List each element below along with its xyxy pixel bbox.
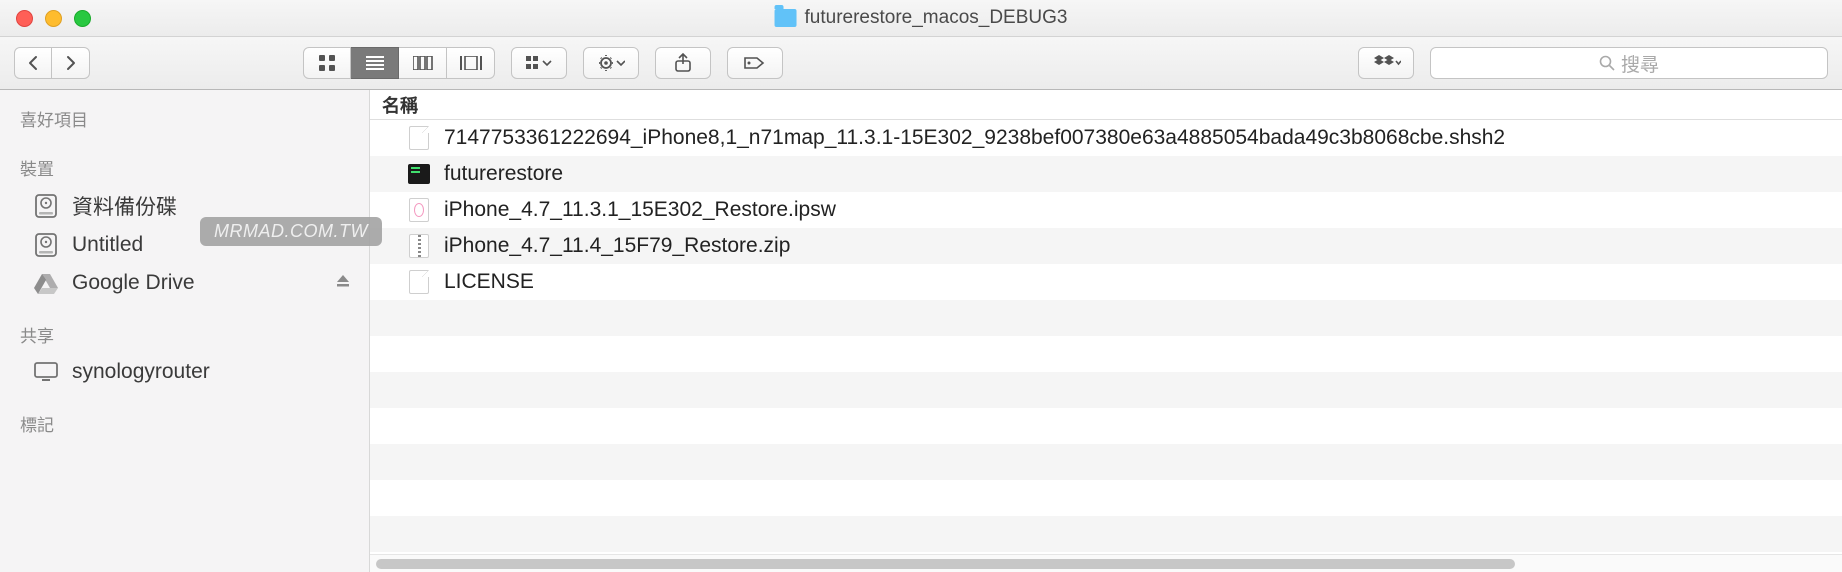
sidebar-item-label: 資料備份碟	[72, 191, 177, 221]
file-row[interactable]: iPhone_4.7_11.3.1_15E302_Restore.ipsw	[370, 192, 1842, 228]
file-rows: 7147753361222694_iPhone8,1_n71map_11.3.1…	[370, 120, 1842, 554]
document-icon	[408, 125, 430, 151]
file-row[interactable]: futurerestore	[370, 156, 1842, 192]
hdd-icon	[32, 231, 60, 259]
file-row[interactable]: 7147753361222694_iPhone8,1_n71map_11.3.1…	[370, 120, 1842, 156]
sidebar-item-device[interactable]: 資料備份碟	[0, 186, 369, 226]
file-name: LICENSE	[444, 270, 534, 294]
tags-segment	[727, 47, 783, 79]
scrollbar-thumb[interactable]	[376, 559, 1515, 569]
search-placeholder: 搜尋	[1621, 50, 1659, 77]
dropbox-button[interactable]	[1358, 47, 1414, 79]
file-list-pane: 名稱 7147753361222694_iPhone8,1_n71map_11.…	[370, 90, 1842, 572]
empty-row	[370, 372, 1842, 408]
sidebar-section-tags: 標記	[0, 405, 369, 442]
search-field[interactable]: 搜尋	[1430, 47, 1828, 79]
dropbox-segment	[1358, 47, 1414, 79]
sidebar-item-device[interactable]: Google Drive	[0, 264, 369, 302]
document-icon	[408, 269, 430, 295]
sidebar-section-devices: 裝置	[0, 149, 369, 186]
gallery-view-button[interactable]	[447, 47, 495, 79]
action-segment	[583, 47, 639, 79]
folder-icon	[775, 9, 797, 27]
file-name: 7147753361222694_iPhone8,1_n71map_11.3.1…	[444, 126, 1505, 150]
arrange-segment	[511, 47, 567, 79]
forward-button[interactable]	[52, 47, 90, 79]
nav-buttons	[14, 47, 90, 79]
monitor-icon	[32, 358, 60, 386]
minimize-window-button[interactable]	[45, 10, 62, 27]
empty-row	[370, 444, 1842, 480]
icon-view-button[interactable]	[303, 47, 351, 79]
file-name: iPhone_4.7_11.4_15F79_Restore.zip	[444, 234, 790, 258]
eject-icon[interactable]	[335, 271, 351, 295]
traffic-lights	[0, 10, 91, 27]
empty-row	[370, 408, 1842, 444]
edit-tags-button[interactable]	[727, 47, 783, 79]
back-button[interactable]	[14, 47, 52, 79]
file-name: futurerestore	[444, 162, 563, 186]
empty-row	[370, 516, 1842, 552]
file-row[interactable]: LICENSE	[370, 264, 1842, 300]
search-icon	[1599, 55, 1615, 71]
sidebar-section-shared: 共享	[0, 316, 369, 353]
sidebar-item-device[interactable]: Untitled	[0, 226, 369, 264]
toolbar: 搜尋	[0, 37, 1842, 90]
window-title: futurerestore_macos_DEBUG3	[775, 7, 1068, 29]
empty-row	[370, 300, 1842, 336]
hdd-icon	[32, 192, 60, 220]
ipsw-icon	[408, 197, 430, 223]
gdrive-icon	[32, 269, 60, 297]
view-mode-buttons	[303, 47, 495, 79]
horizontal-scrollbar[interactable]	[370, 554, 1842, 572]
column-header-name[interactable]: 名稱	[370, 90, 1842, 120]
sidebar: 喜好項目 裝置 資料備份碟 Untitled Google Drive 共享	[0, 90, 370, 572]
sidebar-item-label: Google Drive	[72, 271, 195, 295]
empty-row	[370, 480, 1842, 516]
share-segment	[655, 47, 711, 79]
empty-row	[370, 336, 1842, 372]
share-button[interactable]	[655, 47, 711, 79]
file-name: iPhone_4.7_11.3.1_15E302_Restore.ipsw	[444, 198, 836, 222]
arrange-button[interactable]	[511, 47, 567, 79]
sidebar-item-label: Untitled	[72, 233, 143, 257]
action-button[interactable]	[583, 47, 639, 79]
window-titlebar: futurerestore_macos_DEBUG3	[0, 0, 1842, 37]
file-row[interactable]: iPhone_4.7_11.4_15F79_Restore.zip	[370, 228, 1842, 264]
column-view-button[interactable]	[399, 47, 447, 79]
list-view-button[interactable]	[351, 47, 399, 79]
zoom-window-button[interactable]	[74, 10, 91, 27]
close-window-button[interactable]	[16, 10, 33, 27]
sidebar-item-label: synologyrouter	[72, 360, 210, 384]
sidebar-section-favorites: 喜好項目	[0, 100, 369, 137]
sidebar-item-shared[interactable]: synologyrouter	[0, 353, 369, 391]
executable-icon	[408, 161, 430, 187]
window-title-text: futurerestore_macos_DEBUG3	[805, 7, 1068, 29]
zip-icon	[408, 233, 430, 259]
